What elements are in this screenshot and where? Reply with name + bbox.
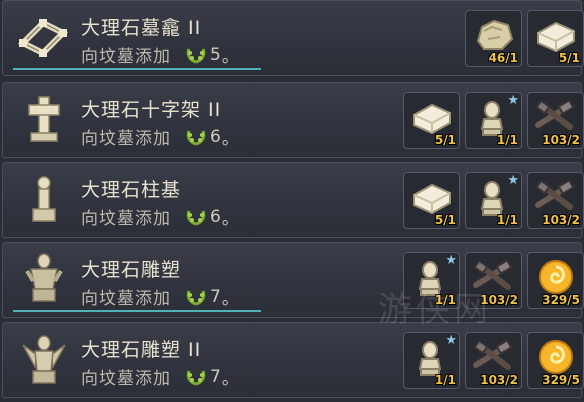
period: 。 [221,209,240,229]
cost-quantity: 46/1 [488,51,518,65]
cost-quantity: 329/5 [542,293,580,307]
action-label: 向坟墓添加 [81,129,171,149]
score-value: 6 [210,126,222,147]
item-name: 大理石柱基 [81,179,182,201]
recipe-row[interactable]: 大理石十字架 II 向坟墓添加 6。 5/1 ★ 1/1 103/2 [2,82,584,158]
period: 。 [221,129,240,149]
period: 。 [221,289,240,309]
cost-slot[interactable]: 329/5 [527,252,584,309]
cost-slot[interactable]: ★ 1/1 [465,92,522,149]
action-label: 向坟墓添加 [81,47,171,67]
cost-slot[interactable]: 5/1 [403,92,460,149]
angel-thumbnail-icon [17,331,71,387]
score-value: 5 [210,44,222,65]
watermark: 游侠网 [378,290,492,330]
add-to-tomb-line: 向坟墓添加 6。 [81,124,240,150]
add-to-tomb-line: 向坟墓添加 6。 [81,204,240,230]
cost-slot[interactable]: 103/2 [527,92,584,149]
cost-slot[interactable]: 103/2 [465,332,522,389]
laurel-icon [186,369,206,385]
cost-quantity: 5/1 [434,133,456,147]
laurel-icon [186,289,206,305]
cost-slot[interactable]: 103/2 [527,172,584,229]
star-icon: ★ [507,93,519,108]
selection-underline [13,68,261,70]
frame-thumbnail-icon [17,9,71,65]
cost-slot[interactable]: 5/1 [527,10,584,67]
score-value: 7 [210,366,222,387]
period: 。 [221,47,240,67]
add-to-tomb-line: 向坟墓添加 7。 [81,284,240,310]
pillar-thumbnail-icon [17,171,71,227]
item-name: 大理石十字架 II [81,99,222,121]
recipe-row[interactable]: 大理石雕塑 向坟墓添加 7。 ★ 1/1 103/2 329/5 [2,242,584,318]
item-name: 大理石雕塑 [81,259,182,281]
cost-quantity: 5/1 [558,51,580,65]
recipe-row[interactable]: 大理石雕塑 II 向坟墓添加 7。 ★ 1/1 103/2 329/5 [2,322,584,398]
recipe-list: 大理石墓龕 II 向坟墓添加 5。 46/1 5/1 大理石十字架 II 向坟墓添加 6。 5/… [0,0,584,402]
period: 。 [221,369,240,389]
cost-quantity: 1/1 [496,133,518,147]
cost-slot[interactable]: ★ 1/1 [403,332,460,389]
cost-slot[interactable]: 5/1 [403,172,460,229]
cross-thumbnail-icon [17,91,71,147]
action-label: 向坟墓添加 [81,289,171,309]
item-name: 大理石墓龕 II [81,17,202,39]
score-value: 7 [210,286,222,307]
action-label: 向坟墓添加 [81,209,171,229]
cost-slot[interactable]: 46/1 [465,10,522,67]
star-icon: ★ [507,173,519,188]
item-name: 大理石雕塑 II [81,339,202,361]
add-to-tomb-line: 向坟墓添加 5。 [81,42,240,68]
star-icon: ★ [445,253,457,268]
cost-quantity: 329/5 [542,373,580,387]
score-value: 6 [210,206,222,227]
laurel-icon [186,129,206,145]
selection-underline [13,310,261,312]
recipe-row[interactable]: 大理石柱基向坟墓添加 6。 5/1 ★ 1/1 103/2 [2,162,584,238]
laurel-icon [186,209,206,225]
recipe-row[interactable]: 大理石墓龕 II 向坟墓添加 5。 46/1 5/1 [2,0,584,76]
action-label: 向坟墓添加 [81,369,171,389]
cost-slot[interactable]: 329/5 [527,332,584,389]
cost-quantity: 103/2 [480,373,518,387]
cost-quantity: 103/2 [542,213,580,227]
statue-thumbnail-icon [17,251,71,307]
star-icon: ★ [445,333,457,348]
cost-quantity: 103/2 [542,133,580,147]
cost-quantity: 1/1 [434,373,456,387]
cost-quantity: 5/1 [434,213,456,227]
cost-slot[interactable]: ★ 1/1 [465,172,522,229]
add-to-tomb-line: 向坟墓添加 7。 [81,364,240,390]
cost-quantity: 1/1 [496,213,518,227]
laurel-icon [186,47,206,63]
